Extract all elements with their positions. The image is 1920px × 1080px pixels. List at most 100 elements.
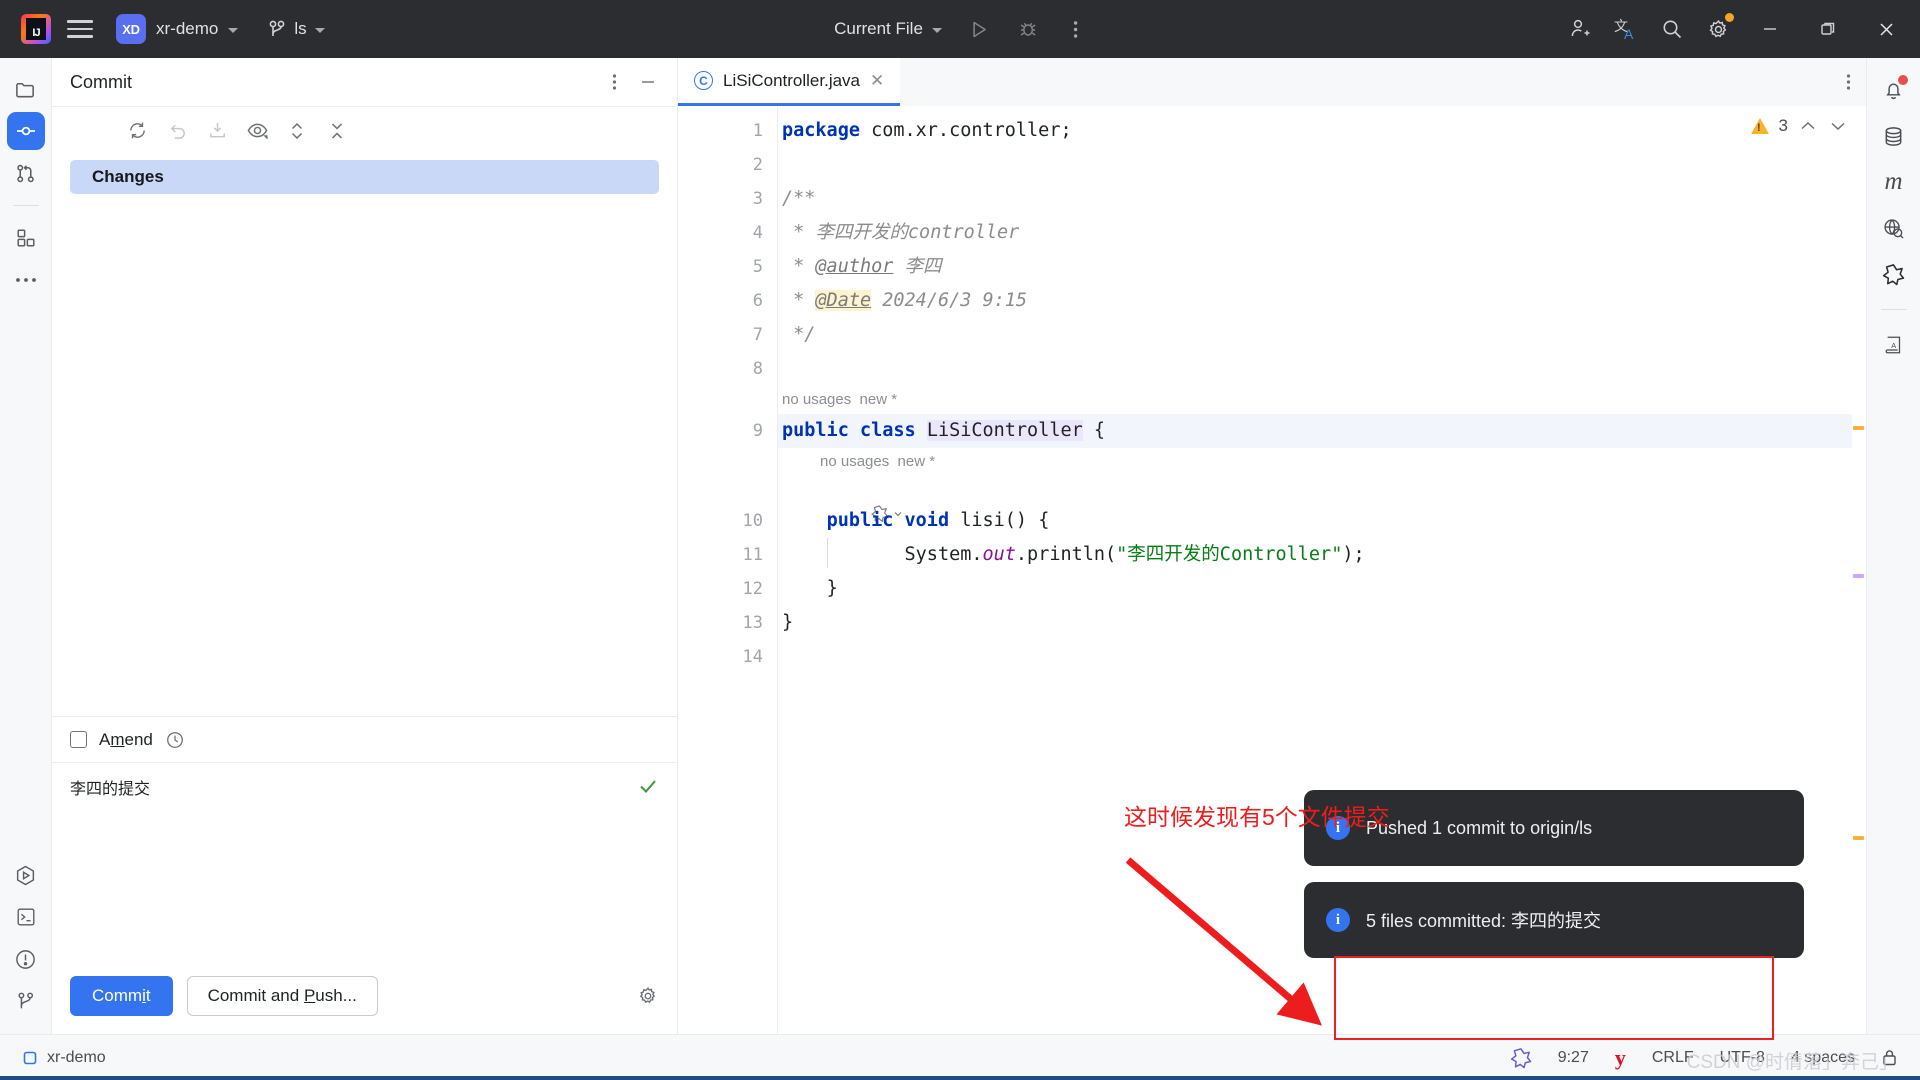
undo-icon [167, 120, 188, 141]
sidebar-item-pull-requests[interactable] [7, 154, 45, 192]
line-number: 12 [742, 579, 763, 599]
commit-icon [14, 119, 38, 143]
tab-label: LiSiController.java [723, 70, 861, 90]
close-window-button[interactable] [1858, 0, 1914, 58]
chevron-down-icon[interactable] [1828, 119, 1848, 133]
clock-icon[interactable] [165, 730, 185, 750]
collapse-all-icon [329, 120, 345, 142]
module-icon [22, 1050, 38, 1066]
gutter-spring-bean-icon-row[interactable] [778, 476, 1866, 523]
more-run-actions[interactable] [1054, 7, 1098, 51]
status-clock[interactable]: 9:27 [1558, 1049, 1589, 1067]
search-everywhere-button[interactable] [1650, 7, 1694, 51]
chevron-down-icon [931, 27, 942, 33]
sidebar-item-problems[interactable] [7, 940, 45, 978]
commit-message-text: 李四的提交 [70, 781, 151, 798]
editor-more-actions[interactable] [1830, 58, 1866, 106]
code-line-3: /** [782, 188, 816, 209]
notification-commit[interactable]: i 5 files committed: 李四的提交 [1304, 882, 1804, 958]
line-number: 6 [752, 291, 763, 311]
warning-triangle-icon [1750, 118, 1769, 134]
maximize-window-button[interactable] [1800, 0, 1856, 58]
status-accent-bar [0, 1076, 1920, 1080]
sidebar-item-terminal[interactable] [7, 898, 45, 936]
account-button[interactable] [1558, 7, 1602, 51]
grid-icon [15, 227, 37, 249]
run-button[interactable] [958, 7, 1002, 51]
shelve-changes-button[interactable] [200, 114, 234, 148]
status-encoding[interactable]: UTF-8 [1720, 1049, 1765, 1067]
maven-m-icon: m [1884, 168, 1903, 195]
sidebar-item-database[interactable] [1874, 116, 1914, 156]
amend-label[interactable]: Amend [99, 730, 153, 750]
title-bar: XD xr-demo ls Current File [0, 0, 1920, 58]
expand-collapse-button[interactable] [280, 114, 314, 148]
line-number: 7 [752, 325, 763, 345]
close-icon[interactable]: ✕ [870, 72, 884, 89]
commit-options-menu-button[interactable] [599, 67, 629, 97]
rollback-button[interactable] [160, 114, 194, 148]
main-menu-button[interactable] [58, 7, 102, 51]
sidebar-item-git[interactable] [7, 982, 45, 1020]
sidebar-item-structure[interactable] [7, 219, 45, 257]
branch-selector[interactable]: ls [258, 13, 334, 45]
status-project-label[interactable]: xr-demo [47, 1049, 106, 1067]
commit-message-field[interactable]: 李四的提交 [52, 762, 677, 962]
refresh-changes-button[interactable] [120, 114, 154, 148]
amend-checkbox[interactable] [70, 731, 87, 748]
show-diff-preview-button[interactable] [240, 114, 274, 148]
changes-node[interactable]: Changes [70, 160, 659, 194]
status-line-separator[interactable]: CRLF [1652, 1049, 1694, 1067]
line-number: 14 [742, 647, 763, 667]
sidebar-item-more[interactable] [7, 261, 45, 299]
sidebar-item-run[interactable] [7, 856, 45, 894]
tab-LiSiController-java[interactable]: C LiSiController.java ✕ [678, 58, 901, 106]
minimize-window-button[interactable] [1742, 0, 1798, 58]
error-stripe-marker-column[interactable] [1852, 106, 1866, 1034]
inspections-widget[interactable]: 3 [1750, 116, 1848, 136]
hide-commit-panel-button[interactable] [633, 67, 663, 97]
chevron-up-icon[interactable] [1798, 119, 1818, 133]
sidebar-item-commit[interactable] [6, 112, 45, 150]
status-read-only-toggle[interactable] [1881, 1048, 1898, 1067]
inlay-hint-method-usages[interactable]: no usages new * [778, 448, 1866, 476]
check-icon [637, 775, 659, 797]
terminal-icon [15, 906, 37, 928]
sidebar-item-maven[interactable]: m [1874, 162, 1914, 202]
commit-button[interactable]: Commit [70, 976, 173, 1016]
debug-button[interactable] [1006, 7, 1050, 51]
commit-settings-gear-icon[interactable] [637, 985, 659, 1007]
collapse-all-button[interactable] [320, 114, 354, 148]
ellipsis-icon [15, 276, 37, 284]
sidebar-item-translation[interactable]: A [1874, 325, 1914, 365]
chevron-down-icon [228, 27, 239, 33]
project-selector[interactable]: XD xr-demo [108, 9, 248, 49]
status-spring-icon[interactable] [1510, 1047, 1532, 1069]
debug-icon [1018, 19, 1038, 39]
code-line-11: System.out.println("李四开发的Controller"); [778, 538, 1866, 572]
commit-and-push-button[interactable]: Commit and Push... [186, 976, 378, 1016]
run-hex-icon [14, 864, 37, 887]
sidebar-item-endpoints[interactable] [1874, 208, 1914, 248]
left-tool-stripe [0, 58, 52, 1034]
translate-button[interactable]: 文 A [1604, 7, 1648, 51]
ide-logo [14, 7, 58, 51]
status-youdao-icon[interactable]: y [1615, 1045, 1626, 1071]
java-class-icon: C [694, 71, 713, 90]
code-line-10: public void lisi() { [826, 510, 1050, 531]
settings-button[interactable] [1696, 7, 1740, 51]
status-indent[interactable]: 4 spaces [1791, 1049, 1855, 1067]
refresh-icon [127, 120, 148, 141]
inlay-hint-class-usages[interactable]: no usages new * [778, 386, 1866, 414]
line-number: 5 [752, 257, 763, 277]
run-configuration-selector[interactable]: Current File [822, 13, 954, 45]
sidebar-item-notifications[interactable] [1874, 70, 1914, 110]
globe-search-icon [1882, 217, 1905, 240]
project-name: xr-demo [156, 19, 219, 38]
commit-actions: Commit Commit and Push... [52, 962, 677, 1034]
svg-text:A: A [1891, 341, 1896, 350]
sidebar-item-spring[interactable] [1874, 254, 1914, 294]
sidebar-item-project[interactable] [7, 70, 45, 108]
code-line-1: package com.xr.controller; [782, 120, 1072, 141]
